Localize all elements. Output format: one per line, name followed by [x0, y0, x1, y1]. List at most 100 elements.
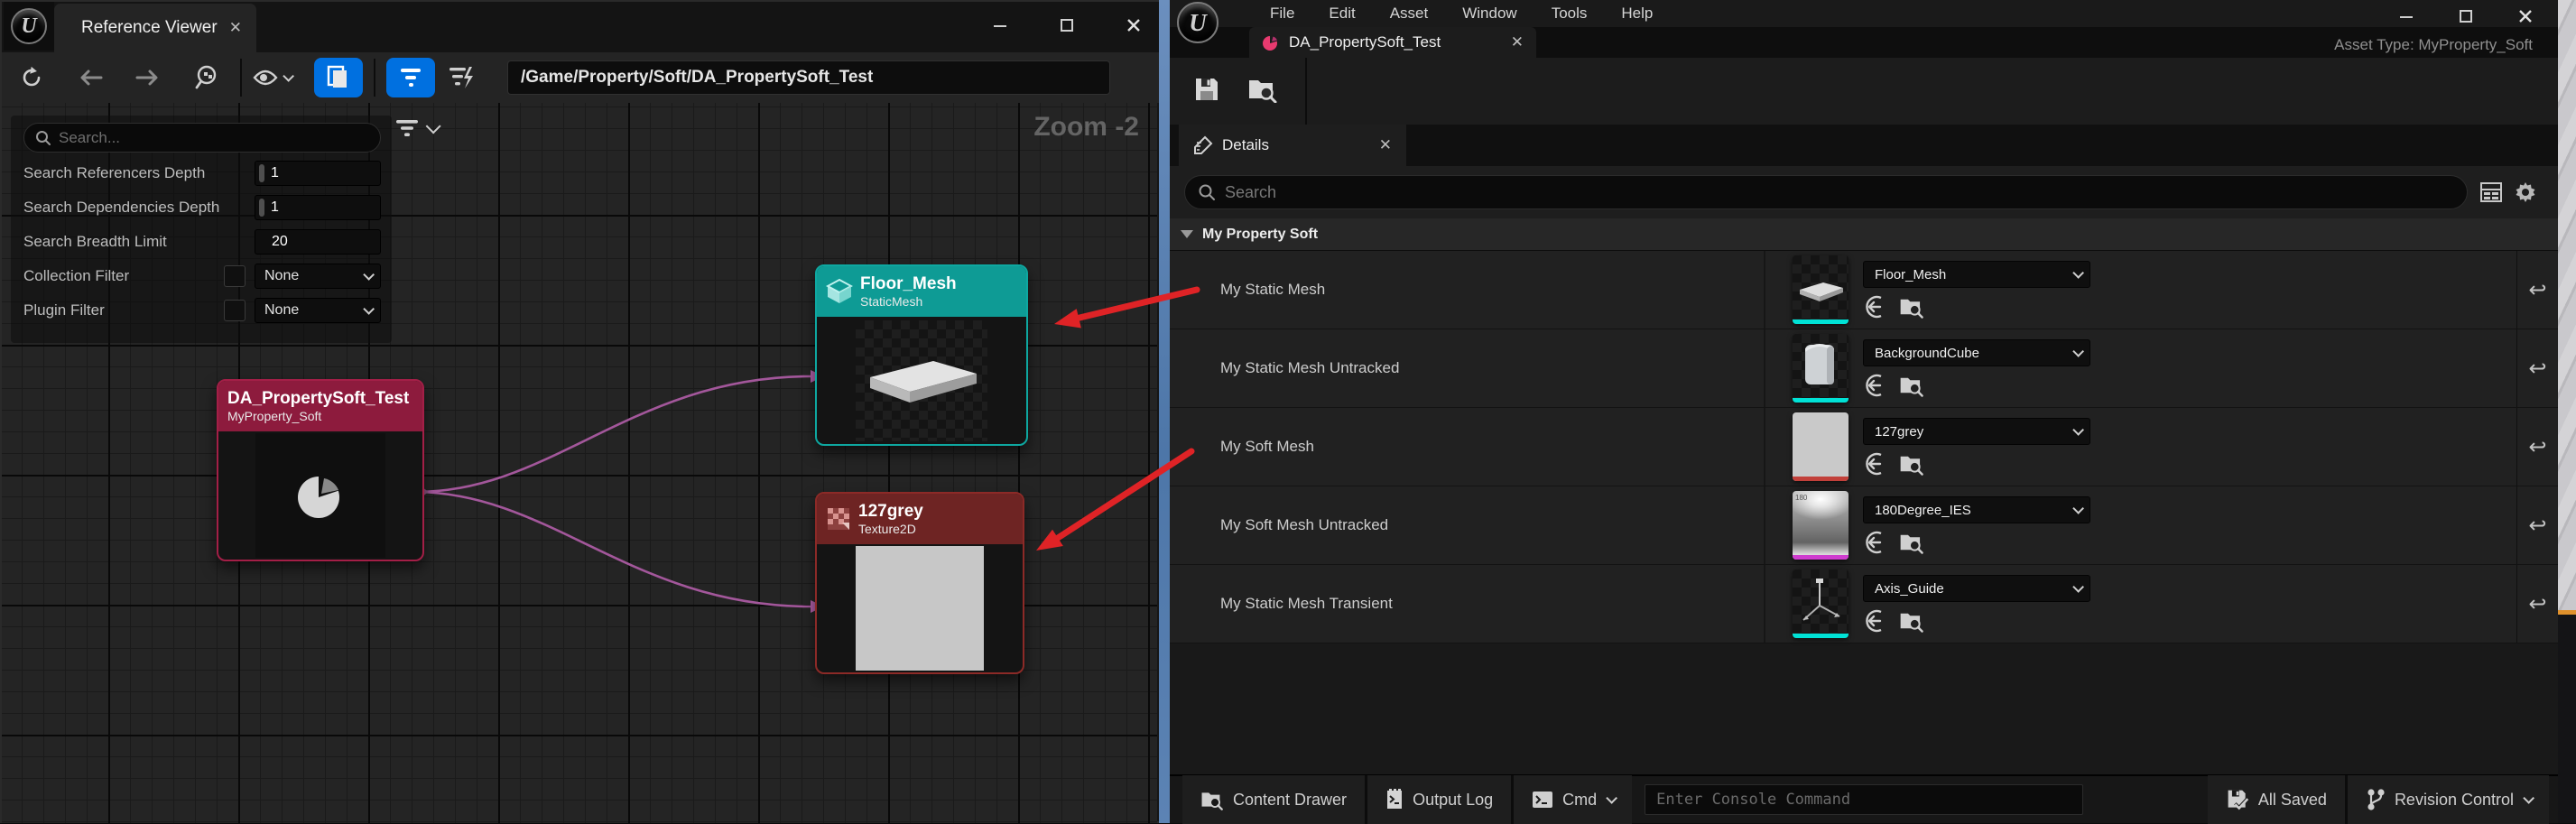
collection-filter-checkbox[interactable] — [224, 265, 246, 287]
close-tab-icon[interactable]: ✕ — [1511, 33, 1524, 51]
graph-zoom-level: Zoom -2 — [1033, 112, 1139, 143]
menu-help[interactable]: Help — [1604, 5, 1670, 23]
history-back-button[interactable] — [61, 69, 119, 87]
property-label: My Soft Mesh — [1170, 408, 1765, 486]
asset-picker-dropdown[interactable]: BackgroundCube — [1863, 339, 2090, 366]
content-drawer-button[interactable]: Content Drawer — [1182, 775, 1367, 824]
revision-control-dropdown[interactable]: Revision Control — [2348, 775, 2549, 824]
unreal-logo: U — [4, 2, 54, 51]
spin-handle[interactable] — [259, 199, 264, 217]
close-button[interactable] — [1114, 11, 1154, 40]
unreal-logo: U — [1177, 2, 1219, 43]
details-search-input[interactable]: Search — [1184, 175, 2468, 209]
asset-thumbnail[interactable] — [1793, 412, 1849, 481]
browse-to-asset-icon[interactable] — [1899, 609, 1924, 633]
asset-path-input[interactable]: /Game/Property/Soft/DA_PropertySoft_Test — [507, 60, 1110, 95]
revert-to-default-icon[interactable]: ↩ — [2528, 356, 2546, 381]
auto-filters-button[interactable] — [435, 65, 487, 90]
revert-to-default-icon[interactable]: ↩ — [2528, 277, 2546, 302]
graph-search-input[interactable]: Search... — [23, 123, 381, 153]
tab-da-propertysoft-test[interactable]: DA_PropertySoft_Test ✕ — [1249, 27, 1536, 58]
console-icon — [1532, 791, 1553, 809]
revert-to-default-icon[interactable]: ↩ — [2528, 513, 2546, 538]
browse-to-asset-icon[interactable] — [1899, 452, 1924, 476]
maximize-button[interactable] — [1047, 11, 1087, 40]
revert-to-default-icon[interactable]: ↩ — [2528, 591, 2546, 616]
asset-thumbnail[interactable] — [1793, 255, 1849, 324]
output-log-button[interactable]: Output Log — [1367, 775, 1514, 824]
settings-gear-icon[interactable] — [2515, 181, 2536, 203]
field-label: Search Referencers Depth — [23, 164, 255, 182]
tab-details[interactable]: Details ✕ — [1179, 125, 1406, 166]
browse-to-asset-button[interactable] — [1247, 76, 1278, 107]
use-selected-asset-icon[interactable] — [1863, 374, 1886, 397]
asset-toolbar — [1170, 58, 2558, 125]
console-command-input[interactable]: Enter Console Command — [1645, 784, 2083, 815]
use-selected-asset-icon[interactable] — [1863, 531, 1886, 554]
graph-filter-dropdown[interactable] — [395, 119, 437, 137]
revert-to-default-icon[interactable]: ↩ — [2528, 434, 2546, 459]
minimize-button[interactable] — [980, 11, 1020, 40]
collection-filter-dropdown[interactable]: None — [255, 264, 381, 289]
asset-picker-dropdown[interactable]: Axis_Guide — [1863, 575, 2090, 602]
floor-mesh-thumb — [1793, 255, 1849, 319]
plugin-filter-dropdown[interactable]: None — [255, 298, 381, 323]
category-my-property-soft[interactable]: My Property Soft — [1170, 218, 2558, 251]
browse-to-asset-icon[interactable] — [1899, 295, 1924, 319]
asset-picker-dropdown[interactable]: Floor_Mesh — [1863, 261, 2090, 288]
asset-thumbnail[interactable] — [1793, 569, 1849, 638]
duplicate-nodes-button[interactable] — [314, 58, 363, 97]
save-button[interactable] — [1193, 76, 1220, 107]
cmd-dropdown[interactable]: Cmd — [1514, 775, 1632, 824]
node-127grey[interactable]: 127grey Texture2D — [815, 492, 1024, 674]
static-mesh-icon — [826, 278, 853, 305]
close-tab-icon[interactable]: ✕ — [229, 19, 242, 37]
minimize-button[interactable] — [2386, 2, 2426, 31]
node-da-propertysoft-test[interactable]: DA_PropertySoft_Test MyProperty_Soft — [217, 379, 424, 561]
chevron-down-icon — [2072, 424, 2084, 436]
field-label: Collection Filter — [23, 267, 224, 285]
all-saved-button[interactable]: All Saved — [2208, 775, 2348, 824]
maximize-button[interactable] — [2446, 2, 2486, 31]
background-window-strip — [2558, 0, 2576, 823]
node-floor-mesh[interactable]: Floor_Mesh StaticMesh — [815, 264, 1028, 446]
use-selected-asset-icon[interactable] — [1863, 609, 1886, 633]
history-forward-button[interactable] — [119, 69, 177, 87]
console-placeholder: Enter Console Command — [1656, 791, 1850, 809]
menu-tools[interactable]: Tools — [1534, 5, 1605, 23]
refresh-button[interactable] — [2, 65, 61, 90]
graph-options-panel: Search... Search Referencers Depth 1 Sea… — [11, 116, 392, 343]
use-selected-asset-icon[interactable] — [1863, 295, 1886, 319]
filters-button[interactable] — [386, 58, 435, 97]
use-selected-asset-icon[interactable] — [1863, 452, 1886, 476]
chevron-down-icon — [363, 269, 375, 281]
visibility-dropdown[interactable] — [242, 69, 301, 87]
asset-type-label: Asset Type: MyProperty_Soft — [2334, 36, 2533, 54]
tab-reference-viewer[interactable]: Reference Viewer ✕ — [54, 4, 256, 52]
asset-picker-dropdown[interactable]: 127grey — [1863, 418, 2090, 445]
asset-thumbnail[interactable] — [1793, 334, 1849, 403]
menu-window[interactable]: Window — [1445, 5, 1534, 23]
node-thumbnail — [255, 433, 385, 558]
browse-to-asset-icon[interactable] — [1899, 531, 1924, 554]
chevron-down-icon — [2072, 503, 2084, 514]
browse-to-asset-icon[interactable] — [1899, 374, 1924, 397]
breadth-limit-input[interactable]: 20 — [255, 229, 381, 255]
menu-file[interactable]: File — [1253, 5, 1311, 23]
close-button[interactable] — [2506, 2, 2545, 31]
node-title: 127grey — [858, 502, 923, 522]
dependencies-depth-input[interactable]: 1 — [255, 195, 381, 220]
zoom-to-fit-button[interactable] — [177, 64, 240, 91]
reference-graph-canvas[interactable]: Zoom -2 Search... Search Referencers Dep… — [2, 103, 1157, 823]
asset-thumbnail[interactable]: 180 — [1793, 491, 1849, 560]
close-tab-icon[interactable]: ✕ — [1379, 136, 1392, 154]
data-asset-pie-icon — [1262, 33, 1280, 51]
spin-handle[interactable] — [259, 164, 264, 182]
menu-edit[interactable]: Edit — [1311, 5, 1372, 23]
chevron-down-icon — [2072, 267, 2084, 279]
referencers-depth-input[interactable]: 1 — [255, 161, 381, 186]
asset-picker-dropdown[interactable]: 180Degree_IES — [1863, 496, 2090, 523]
menu-asset[interactable]: Asset — [1373, 5, 1446, 23]
display-grid-icon[interactable] — [2480, 182, 2502, 202]
plugin-filter-checkbox[interactable] — [224, 300, 246, 321]
